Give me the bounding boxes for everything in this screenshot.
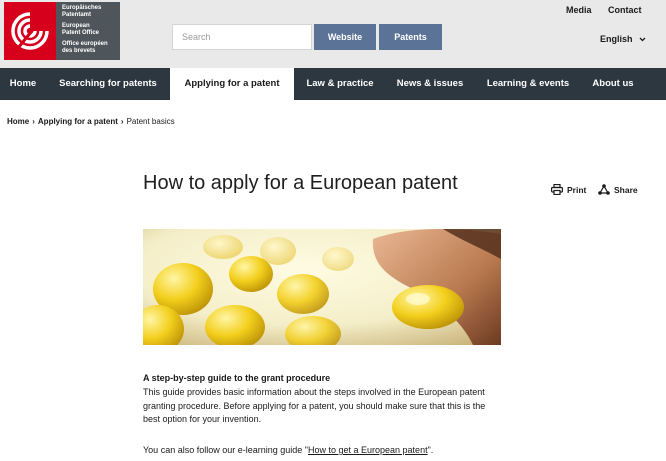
logo-line: European [62,23,90,29]
breadcrumb-separator: › [120,117,124,126]
elearning-paragraph: You can also follow our e-learning guide… [143,445,433,455]
logo-line: Patent Office [62,30,100,36]
language-selector[interactable]: English [600,34,646,44]
share-button[interactable]: Share [598,184,638,195]
search-input[interactable]: Search [172,24,312,50]
logo-line: Office européen [62,41,108,47]
logo-text: Europäisches Patentamt European Patent O… [56,2,120,60]
elearning-guide-link[interactable]: How to get a European patent [308,445,428,455]
chevron-down-icon [639,37,646,42]
contact-link[interactable]: Contact [608,5,642,15]
patents-scope-button[interactable]: Patents [379,24,442,50]
nav-learning-and-events[interactable]: Learning & events [474,68,582,100]
nav-searching-for-patents[interactable]: Searching for patents [46,68,170,100]
elearning-prefix: You can also follow our e-learning guide… [143,445,308,455]
breadcrumb-home[interactable]: Home [7,117,29,126]
logo-line: Patentamt [62,12,92,18]
nav-news-and-issues[interactable]: News & issues [386,68,474,100]
breadcrumb: Home › Applying for a patent › Patent basics [7,117,175,126]
nav-home[interactable]: Home [0,68,46,100]
nav-law-and-practice[interactable]: Law & practice [294,68,386,100]
lead-title: A step-by-step guide to the grant proced… [143,373,331,383]
logo-line: des brevets [62,48,96,54]
epo-logo[interactable]: Europäisches Patentamt European Patent O… [4,2,120,60]
media-link[interactable]: Media [566,5,592,15]
breadcrumb-separator: › [32,117,35,126]
search-placeholder: Search [182,32,211,42]
print-label: Print [567,184,587,195]
language-label: English [600,34,633,44]
share-label: Share [614,184,638,195]
website-scope-button[interactable]: Website [314,24,376,50]
epo-logo-icon [4,2,56,60]
breadcrumb-applying[interactable]: Applying for a patent [38,117,118,126]
site-header: Europäisches Patentamt European Patent O… [0,0,666,68]
nav-applying-for-a-patent[interactable]: Applying for a patent [170,68,294,100]
printer-icon [551,184,563,195]
main-nav: Home Searching for patents Applying for … [0,68,666,100]
share-icon [598,184,610,195]
nav-about-us[interactable]: About us [582,68,644,100]
page-title: How to apply for a European patent [143,172,458,194]
breadcrumb-current: Patent basics [126,117,175,126]
lead-body: This guide provides basic information ab… [143,387,486,424]
logo-line: Europäisches [62,5,102,11]
elearning-suffix: ". [427,445,434,455]
hero-image [143,229,501,345]
print-button[interactable]: Print [551,184,586,195]
